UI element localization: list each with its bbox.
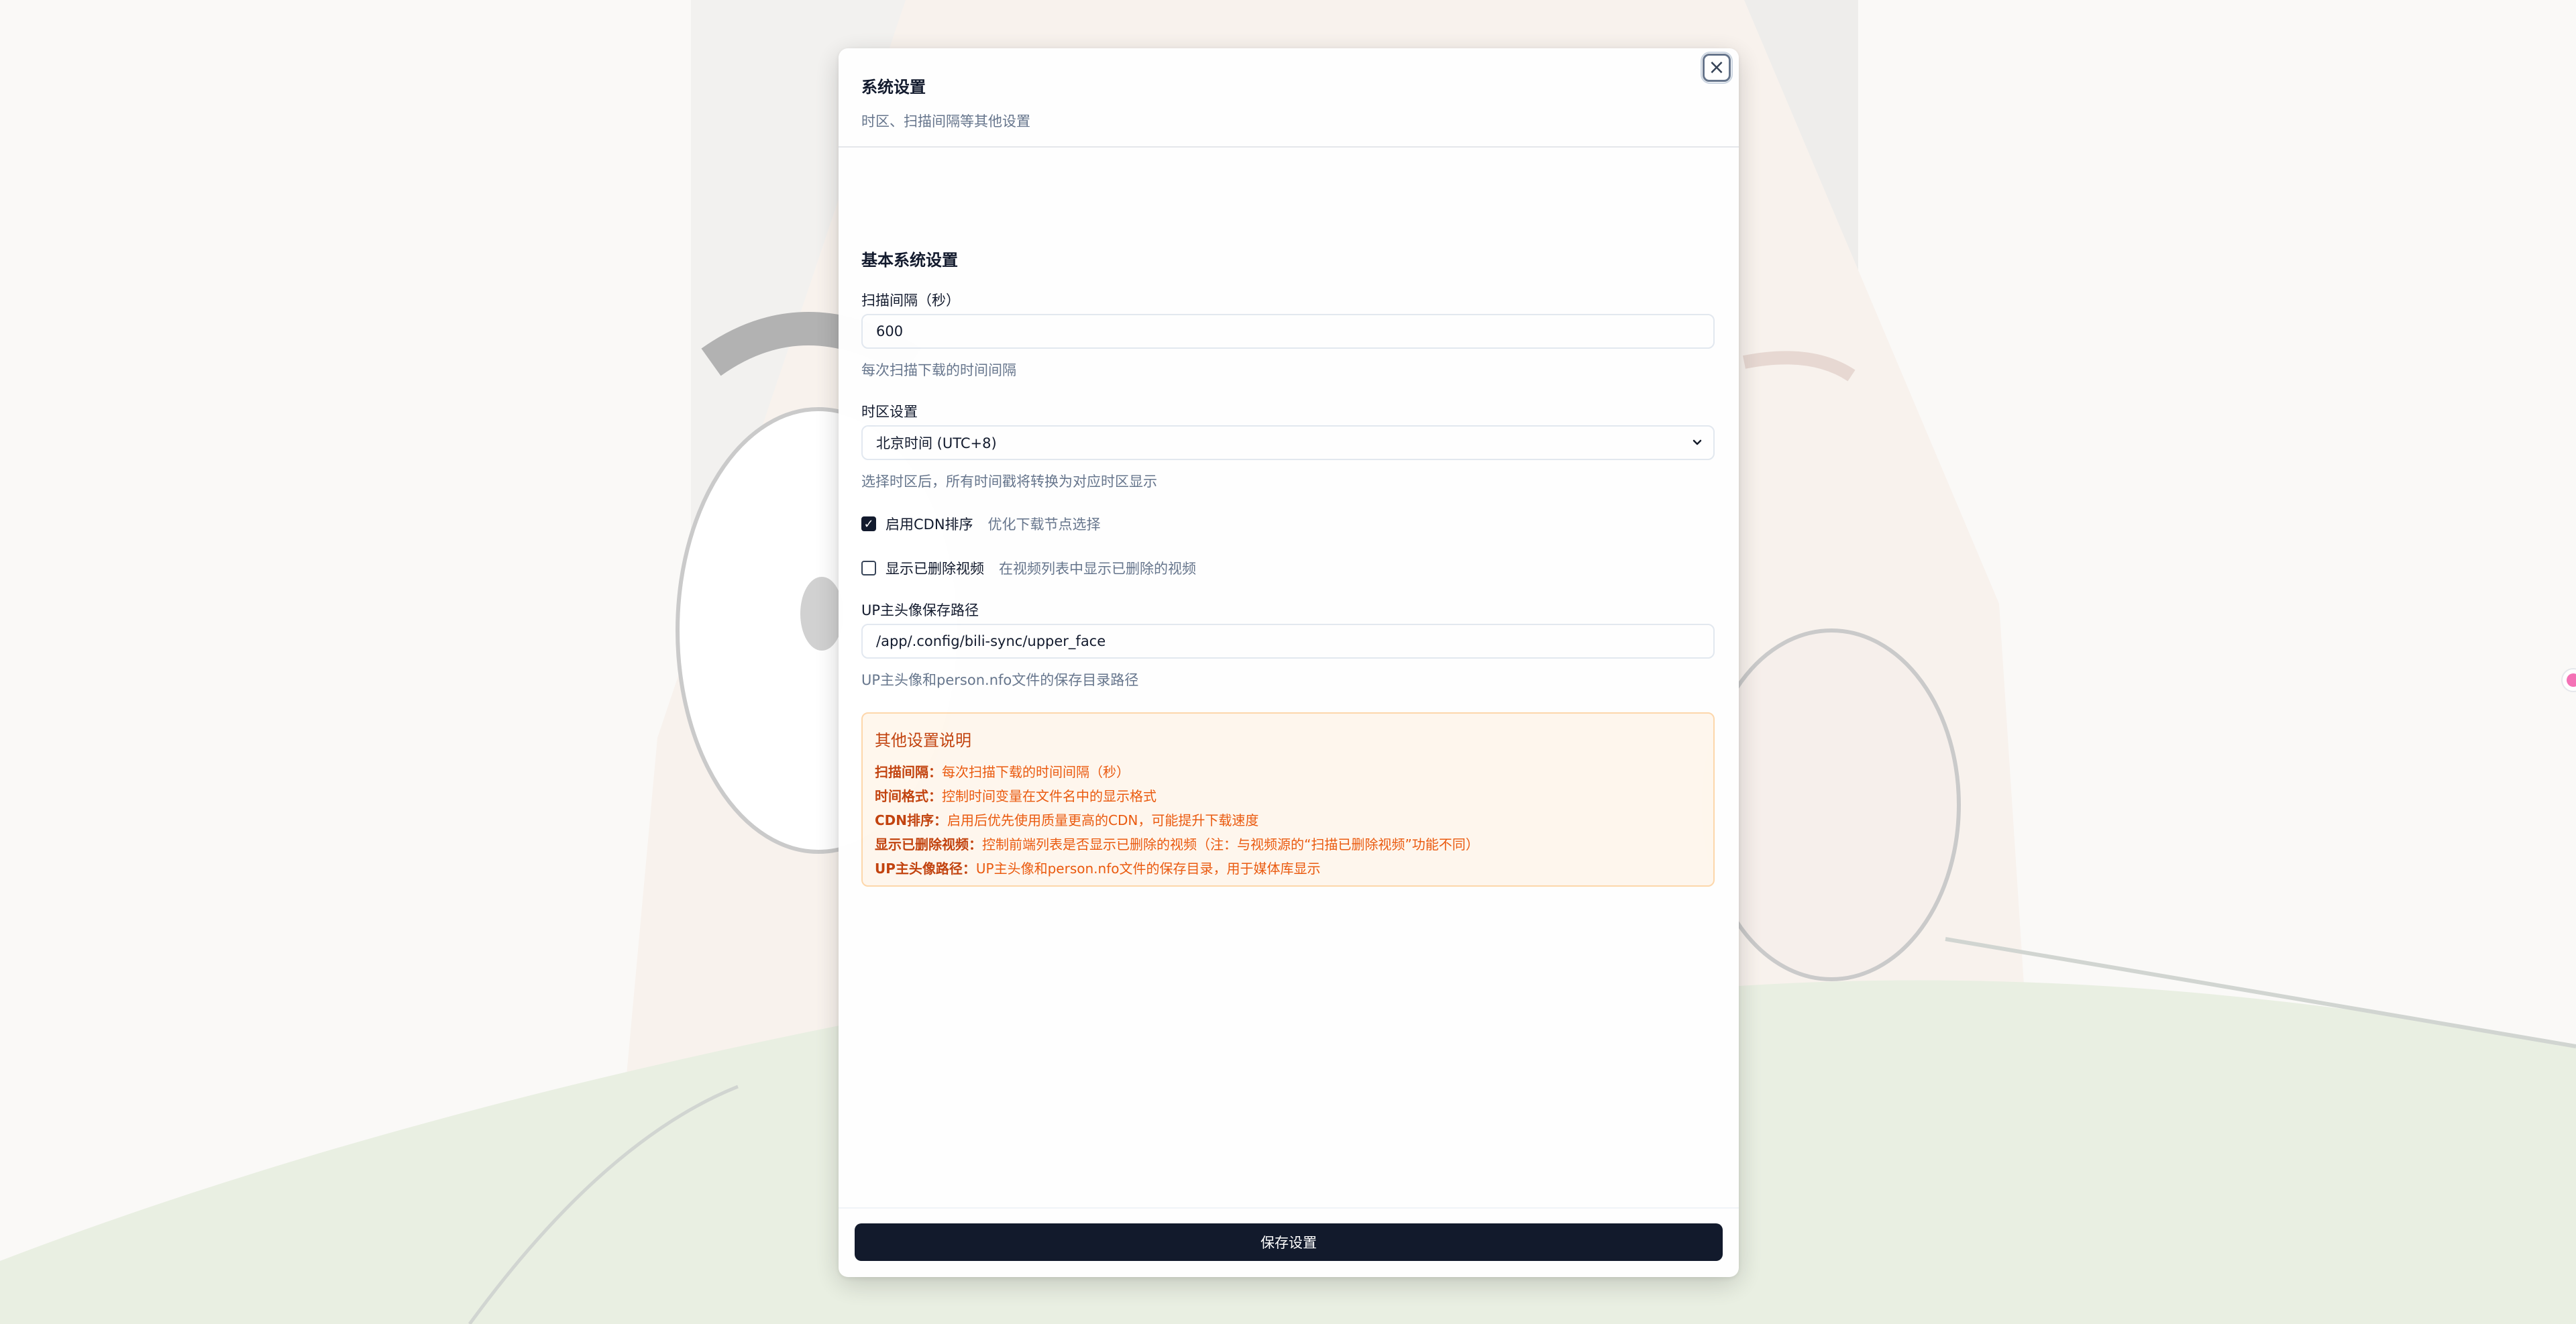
info-text: 控制前端列表是否显示已删除的视频（注：与视频源的“扫描已删除视频”功能不同） — [982, 836, 1479, 852]
info-key: CDN排序： — [875, 812, 948, 828]
avatar-path-input[interactable]: /app/.config/bili-sync/upper_face — [861, 624, 1715, 659]
dialog-title: 系统设置 — [861, 78, 926, 97]
dialog-subtitle: 时区、扫描间隔等其他设置 — [861, 113, 1030, 129]
settings-dialog: × 系统设置 时区、扫描间隔等其他设置 基本系统设置 扫描间隔（秒） 600 每… — [839, 48, 1739, 1277]
timezone-label: 时区设置 — [861, 404, 918, 420]
footer-divider — [839, 1207, 1739, 1209]
show-deleted-description: 在视频列表中显示已删除的视频 — [999, 561, 1196, 577]
scan-interval-label: 扫描间隔（秒） — [861, 292, 960, 309]
header-divider — [839, 146, 1739, 148]
show-deleted-row: 显示已删除视频 在视频列表中显示已删除的视频 — [861, 558, 1196, 578]
chevron-down-icon — [1693, 439, 1702, 445]
save-settings-button[interactable]: 保存设置 — [855, 1223, 1723, 1261]
timezone-hint: 选择时区后，所有时间戳将转换为对应时区显示 — [861, 474, 1157, 490]
check-icon: ✓ — [863, 516, 874, 531]
scan-interval-hint: 每次扫描下载的时间间隔 — [861, 362, 1016, 378]
info-text: 启用后优先使用质量更高的CDN，可能提升下载速度 — [947, 812, 1259, 828]
timezone-select[interactable]: 北京时间 (UTC+8) — [861, 425, 1715, 460]
info-text: 每次扫描下载的时间间隔（秒） — [942, 764, 1130, 780]
cdn-sorting-label: 启用CDN排序 — [885, 516, 973, 533]
dialog-header: 系统设置 时区、扫描间隔等其他设置 — [861, 74, 1716, 131]
avatar-path-label: UP主头像保存路径 — [861, 602, 979, 618]
info-key: 扫描间隔： — [875, 764, 942, 780]
avatar-path-hint: UP主头像和person.nfo文件的保存目录路径 — [861, 672, 1139, 688]
show-deleted-label: 显示已删除视频 — [885, 561, 984, 577]
info-key: 显示已删除视频： — [875, 836, 982, 852]
info-key: UP主头像路径： — [875, 861, 976, 877]
info-line: 显示已删除视频：控制前端列表是否显示已删除的视频（注：与视频源的“扫描已删除视频… — [875, 832, 1701, 857]
info-key: 时间格式： — [875, 788, 942, 804]
section-title: 基本系统设置 — [861, 251, 958, 270]
scan-interval-input[interactable]: 600 — [861, 314, 1715, 349]
info-line: 时间格式：控制时间变量在文件名中的显示格式 — [875, 784, 1701, 808]
cdn-sorting-row: ✓ 启用CDN排序 优化下载节点选择 — [861, 514, 1101, 534]
info-line: 扫描间隔：每次扫描下载的时间间隔（秒） — [875, 760, 1701, 784]
info-text: 控制时间变量在文件名中的显示格式 — [942, 788, 1157, 804]
settings-info-box: 其他设置说明 扫描间隔：每次扫描下载的时间间隔（秒） 时间格式：控制时间变量在文… — [861, 712, 1715, 887]
info-title: 其他设置说明 — [875, 731, 971, 750]
show-deleted-checkbox[interactable] — [861, 561, 876, 575]
cdn-sorting-checkbox[interactable]: ✓ — [861, 516, 876, 531]
info-text: UP主头像和person.nfo文件的保存目录，用于媒体库显示 — [975, 861, 1321, 877]
cdn-sorting-description: 优化下载节点选择 — [987, 516, 1101, 533]
timezone-selected-value: 北京时间 (UTC+8) — [876, 435, 997, 451]
info-line: CDN排序：启用后优先使用质量更高的CDN，可能提升下载速度 — [875, 808, 1701, 832]
info-line: UP主头像路径：UP主头像和person.nfo文件的保存目录，用于媒体库显示 — [875, 857, 1701, 881]
